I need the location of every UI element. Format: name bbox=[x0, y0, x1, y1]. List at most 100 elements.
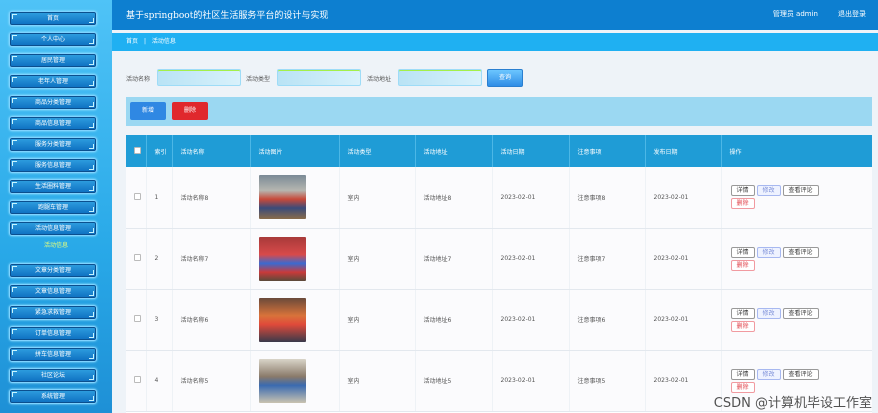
table-header-row: 索引 活动名称 活动图片 活动类型 活动地址 活动日期 注意事项 发布日期 操作 bbox=[126, 135, 872, 167]
sidebar-item-goods-category[interactable]: 商品分类管理 bbox=[9, 95, 97, 110]
row-delete-button[interactable]: 删除 bbox=[730, 198, 755, 210]
search-addr-input[interactable] bbox=[398, 69, 482, 86]
search-type-label: 活动类型 bbox=[246, 76, 271, 83]
activity-thumbnail[interactable] bbox=[258, 175, 306, 220]
view-comments-button[interactable]: 查看评论 bbox=[782, 307, 819, 319]
table-row: 2 活动名称7 室内 活动地址7 2023-02-01 注意事项7 2023-02-01 详情… bbox=[126, 228, 872, 290]
detail-button[interactable]: 详情 bbox=[730, 185, 755, 197]
breadcrumb-home[interactable]: 首页 bbox=[126, 38, 138, 45]
app-title: 基于springboot的社区生活服务平台的设计与实现 bbox=[126, 11, 329, 21]
table-row: 3 活动名称6 室内 活动地址6 2023-02-01 注意事项6 2023-02-01 详情… bbox=[126, 289, 872, 351]
sidebar-item-home[interactable]: 首页 bbox=[9, 11, 97, 26]
cell-type: 室内 bbox=[339, 228, 416, 290]
select-all-checkbox[interactable] bbox=[134, 146, 141, 154]
row-delete-button[interactable]: 删除 bbox=[730, 259, 755, 271]
row-delete-button[interactable]: 删除 bbox=[730, 320, 755, 332]
search-button[interactable]: 查询 bbox=[487, 69, 523, 87]
cell-address: 活动地址8 bbox=[415, 167, 493, 229]
cell-name: 活动名称7 bbox=[172, 228, 251, 290]
edit-button[interactable]: 修改 bbox=[756, 307, 781, 319]
row-checkbox[interactable] bbox=[134, 376, 141, 383]
sidebar-item-article-category[interactable]: 文章分类管理 bbox=[9, 263, 97, 278]
sidebar-item-emergency[interactable]: 紧急求救管理 bbox=[9, 305, 97, 320]
sidebar-item-goods-info[interactable]: 商品信息管理 bbox=[9, 116, 97, 131]
cell-actions: 详情 修改 查看评论删除 bbox=[721, 228, 872, 290]
cell-notes: 注意事项6 bbox=[569, 289, 646, 351]
search-name-input[interactable] bbox=[157, 69, 241, 86]
cell-image bbox=[250, 289, 340, 351]
row-select-cell[interactable] bbox=[126, 350, 147, 412]
search-type-input[interactable] bbox=[277, 69, 361, 86]
watermark: CSDN @计算机毕设工作室 bbox=[713, 396, 872, 411]
edit-button[interactable]: 修改 bbox=[756, 368, 781, 380]
cell-publish-date: 2023-02-01 bbox=[645, 350, 722, 412]
view-comments-button[interactable]: 查看评论 bbox=[782, 185, 819, 197]
cell-index: 2 bbox=[146, 228, 173, 290]
col-header-image: 活动图片 bbox=[250, 135, 340, 167]
cell-image bbox=[250, 350, 340, 412]
row-checkbox[interactable] bbox=[134, 192, 141, 200]
activity-thumbnail[interactable] bbox=[258, 358, 306, 403]
cell-notes: 注意事项5 bbox=[569, 350, 646, 412]
row-select-cell[interactable] bbox=[126, 289, 147, 351]
add-button[interactable]: 新增 bbox=[130, 102, 166, 120]
col-header-index: 索引 bbox=[146, 135, 173, 167]
row-select-cell[interactable] bbox=[126, 167, 147, 229]
cell-actions: 详情 修改 查看评论删除 bbox=[721, 289, 872, 351]
col-header-publish-date: 发布日期 bbox=[645, 135, 722, 167]
edit-button[interactable]: 修改 bbox=[756, 246, 781, 258]
sidebar-item-profile[interactable]: 个人中心 bbox=[9, 32, 97, 47]
search-name-label: 活动名称 bbox=[126, 76, 151, 83]
row-select-cell[interactable] bbox=[126, 228, 147, 290]
user-info: 管理员 admin bbox=[772, 10, 818, 18]
row-checkbox[interactable] bbox=[134, 315, 141, 322]
sidebar-item-residents[interactable]: 居民管理 bbox=[9, 53, 97, 68]
delete-button[interactable]: 删除 bbox=[172, 102, 208, 120]
row-checkbox[interactable] bbox=[134, 254, 141, 261]
edit-button[interactable]: 修改 bbox=[756, 185, 781, 197]
cell-address: 活动地址5 bbox=[415, 350, 493, 412]
sidebar-item-forum[interactable]: 社区论坛 bbox=[9, 368, 97, 383]
activity-thumbnail[interactable] bbox=[258, 236, 306, 281]
sidebar-item-service-category[interactable]: 服务分类管理 bbox=[9, 137, 97, 152]
row-delete-button[interactable]: 删除 bbox=[730, 381, 755, 393]
sidebar-item-life-circle[interactable]: 生活圈料管理 bbox=[9, 179, 97, 194]
sidebar-sub-activity-info[interactable]: 活动信息 bbox=[0, 240, 112, 249]
cell-actions: 详情 修改 查看评论删除 bbox=[721, 167, 872, 229]
data-table: 索引 活动名称 活动图片 活动类型 活动地址 活动日期 注意事项 发布日期 操作… bbox=[126, 135, 872, 413]
cell-date: 2023-02-01 bbox=[492, 228, 570, 290]
sidebar-item-article-info[interactable]: 文章信息管理 bbox=[9, 284, 97, 299]
sidebar-item-system[interactable]: 系统管理 bbox=[9, 389, 97, 404]
col-header-type: 活动类型 bbox=[339, 135, 416, 167]
sidebar-item-service-info[interactable]: 服务信息管理 bbox=[9, 158, 97, 173]
cell-address: 活动地址7 bbox=[415, 228, 493, 290]
cell-date: 2023-02-01 bbox=[492, 350, 570, 412]
cell-image bbox=[250, 228, 340, 290]
cell-date: 2023-02-01 bbox=[492, 167, 570, 229]
view-comments-button[interactable]: 查看评论 bbox=[782, 246, 819, 258]
detail-button[interactable]: 详情 bbox=[730, 307, 755, 319]
cell-date: 2023-02-01 bbox=[492, 289, 570, 351]
select-all-header[interactable] bbox=[126, 135, 147, 167]
search-addr-label: 活动地址 bbox=[367, 76, 392, 83]
detail-button[interactable]: 详情 bbox=[730, 368, 755, 380]
sidebar-item-errand-car[interactable]: 跑腿车管理 bbox=[9, 200, 97, 215]
logout-link[interactable]: 退出登录 bbox=[838, 9, 866, 19]
cell-notes: 注意事项7 bbox=[569, 228, 646, 290]
sidebar-item-elderly[interactable]: 老年人管理 bbox=[9, 74, 97, 89]
cell-type: 室内 bbox=[339, 289, 416, 351]
cell-index: 1 bbox=[146, 167, 173, 229]
top-header: 基于springboot的社区生活服务平台的设计与实现 管理员 admin 退出… bbox=[112, 0, 878, 30]
search-bar: 活动名称 活动类型 活动地址 查询 bbox=[126, 68, 866, 88]
sidebar-item-orders[interactable]: 订单信息管理 bbox=[9, 326, 97, 341]
view-comments-button[interactable]: 查看评论 bbox=[782, 368, 819, 380]
cell-name: 活动名称8 bbox=[172, 167, 251, 229]
detail-button[interactable]: 详情 bbox=[730, 246, 755, 258]
activity-thumbnail[interactable] bbox=[258, 297, 306, 342]
cell-address: 活动地址6 bbox=[415, 289, 493, 351]
sidebar-item-activity[interactable]: 活动信息管理 bbox=[9, 221, 97, 236]
action-toolbar: 新增 删除 bbox=[126, 97, 872, 126]
sidebar: 首页 个人中心 居民管理 老年人管理 商品分类管理 商品信息管理 服务分类管理 … bbox=[0, 0, 112, 413]
breadcrumb-current: 活动信息 bbox=[151, 38, 176, 45]
sidebar-item-carpool[interactable]: 拼车信息管理 bbox=[9, 347, 97, 362]
